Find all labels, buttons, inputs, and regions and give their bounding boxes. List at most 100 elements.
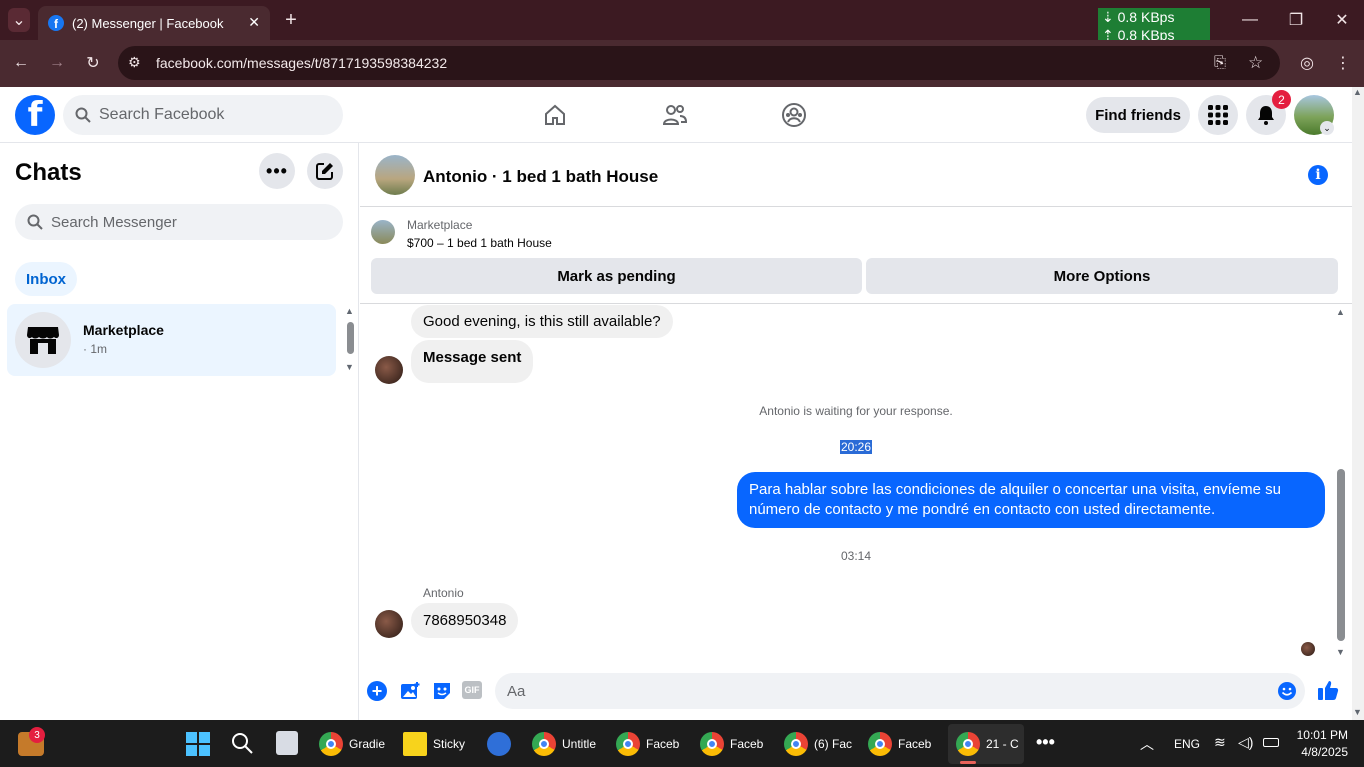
plus-icon[interactable]: +: [367, 681, 387, 701]
chat-title[interactable]: Antonio · 1 bed 1 bath House: [423, 167, 658, 187]
emoji-icon[interactable]: [1277, 681, 1297, 701]
language-indicator[interactable]: ENG: [1174, 737, 1200, 751]
close-tab-icon[interactable]: ✕: [248, 14, 260, 31]
message-bubble-incoming: 7868950348: [411, 603, 519, 638]
clock-time[interactable]: 10:01 PM: [1292, 728, 1348, 742]
inbox-tab[interactable]: Inbox: [15, 262, 77, 296]
message-input[interactable]: Aa: [495, 673, 1305, 709]
sticker-icon[interactable]: [432, 681, 452, 701]
sidebar-scrollbar[interactable]: ▲ ▼: [344, 306, 356, 376]
scroll-down-icon[interactable]: ▼: [1336, 647, 1345, 657]
gif-icon[interactable]: GIF: [462, 681, 482, 699]
waiting-note: Antonio is waiting for your response.: [759, 404, 953, 418]
tray-chevron-up-icon[interactable]: ︿: [1140, 734, 1154, 754]
scroll-up-icon[interactable]: ▲: [1336, 307, 1345, 317]
contact-avatar[interactable]: [375, 155, 415, 195]
forward-icon[interactable]: →: [46, 52, 68, 74]
search-icon: [75, 107, 91, 123]
scroll-down-icon[interactable]: ▼: [345, 362, 354, 372]
info-icon[interactable]: i: [1308, 165, 1328, 185]
site-info-icon[interactable]: ⚙: [128, 54, 141, 71]
url-field[interactable]: ⚙ facebook.com/messages/t/87171935983842…: [118, 46, 1280, 80]
marketplace-listing-bar: Marketplace $700 – 1 bed 1 bath House Ma…: [360, 208, 1352, 304]
sync-app-icon[interactable]: [487, 732, 511, 756]
more-options-button[interactable]: More Options: [866, 258, 1338, 294]
chrome-icon: [868, 732, 892, 756]
more-apps-icon[interactable]: •••: [1036, 732, 1055, 753]
marketplace-label: Marketplace: [407, 218, 473, 232]
taskbar-app-sticky[interactable]: Sticky: [403, 728, 465, 760]
maximize-icon[interactable]: ❐: [1286, 10, 1306, 30]
menu-button[interactable]: [1198, 95, 1238, 135]
new-message-button[interactable]: [307, 153, 343, 189]
like-thumbs-up-icon[interactable]: [1317, 679, 1339, 701]
back-icon[interactable]: ←: [10, 52, 32, 74]
install-app-icon[interactable]: ⎘: [1214, 54, 1226, 71]
taskbar-app-label: Faceb: [898, 737, 932, 751]
close-window-icon[interactable]: ✕: [1332, 10, 1352, 30]
groups-icon[interactable]: [781, 102, 807, 128]
bookmark-star-icon[interactable]: ☆: [1248, 53, 1263, 73]
minimize-icon[interactable]: —: [1240, 10, 1260, 30]
page-scrollbar[interactable]: ▲ ▼: [1352, 87, 1364, 720]
conversation-name: Marketplace: [83, 322, 164, 338]
message-sent-bubble: Message sent: [411, 340, 534, 383]
reload-icon[interactable]: ↻: [82, 52, 104, 74]
sender-avatar[interactable]: [375, 610, 403, 638]
snipping-tool-icon[interactable]: [276, 731, 298, 755]
account-chevron-down-icon[interactable]: ⌄: [1320, 121, 1334, 135]
tab-search-icon[interactable]: ⌄: [8, 8, 30, 32]
notification-badge: 2: [1272, 90, 1291, 109]
scroll-up-icon[interactable]: ▲: [1353, 87, 1362, 97]
photo-icon[interactable]: [400, 681, 420, 701]
scroll-up-icon[interactable]: ▲: [345, 306, 354, 316]
conversation-time: · 1m: [83, 342, 107, 356]
conversation-item[interactable]: Marketplace · 1m: [7, 304, 336, 376]
timestamp-1: 20:26: [839, 440, 873, 454]
listing-title[interactable]: $700 – 1 bed 1 bath House: [407, 236, 552, 250]
battery-icon[interactable]: [1263, 738, 1279, 747]
facebook-logo-icon[interactable]: f: [15, 95, 55, 135]
windows-taskbar: 3 Gradie Sticky Untitle Faceb Faceb (6) …: [0, 720, 1364, 767]
facebook-search-placeholder: Search Facebook: [99, 106, 225, 123]
wifi-icon[interactable]: ≋: [1214, 734, 1226, 751]
home-icon[interactable]: [543, 103, 567, 127]
find-friends-button[interactable]: Find friends: [1086, 97, 1190, 133]
chat-panel: Antonio · 1 bed 1 bath House i Marketpla…: [360, 143, 1352, 720]
messenger-search-placeholder: Search Messenger: [51, 213, 177, 231]
sidebar-scroll-thumb[interactable]: [347, 322, 354, 354]
volume-icon[interactable]: ◁): [1238, 734, 1253, 751]
taskbar-app-chrome-6[interactable]: Faceb: [868, 728, 931, 760]
messenger-search-input[interactable]: Search Messenger: [15, 204, 343, 240]
taskbar-app-chrome-1[interactable]: Gradie: [319, 728, 385, 760]
sender-avatar[interactable]: [375, 356, 403, 384]
chats-options-button[interactable]: •••: [259, 153, 295, 189]
profile-icon[interactable]: ◎: [1296, 52, 1318, 74]
taskbar-app-chrome-2[interactable]: Untitle: [532, 728, 596, 760]
scroll-down-icon[interactable]: ▼: [1353, 707, 1362, 717]
mark-as-pending-button[interactable]: Mark as pending: [371, 258, 862, 294]
browser-address-bar: ← → ↻ ⚙ facebook.com/messages/t/87171935…: [0, 40, 1364, 87]
chat-scroll-thumb[interactable]: [1337, 469, 1345, 641]
clock-date[interactable]: 4/8/2025: [1292, 745, 1348, 759]
tab-messenger[interactable]: f (2) Messenger | Facebook ✕: [38, 6, 270, 40]
friends-icon[interactable]: [662, 103, 688, 127]
taskbar-app-chrome-4[interactable]: Faceb: [700, 728, 763, 760]
taskbar-app-chrome-active[interactable]: 21 - C: [956, 728, 1019, 760]
taskbar-app-chrome-5[interactable]: (6) Fac: [784, 728, 852, 760]
new-tab-icon[interactable]: +: [282, 9, 300, 31]
search-icon: [27, 214, 43, 230]
tab-title: (2) Messenger | Facebook: [72, 15, 224, 31]
browser-menu-icon[interactable]: ⋮: [1332, 52, 1354, 74]
windows-start-icon[interactable]: [186, 732, 210, 756]
chat-header: Antonio · 1 bed 1 bath House i: [360, 143, 1352, 207]
search-icon[interactable]: [231, 732, 253, 754]
facebook-search-input[interactable]: Search Facebook: [63, 95, 343, 135]
listing-thumbnail[interactable]: [371, 220, 395, 244]
taskbar-app-chrome-3[interactable]: Faceb: [616, 728, 679, 760]
taskbar-app-label: Faceb: [646, 737, 680, 751]
active-indicator: [960, 761, 976, 764]
chat-scrollbar[interactable]: ▲ ▼: [1335, 307, 1347, 659]
compose-icon: [316, 163, 333, 180]
store-icon: [27, 327, 59, 354]
